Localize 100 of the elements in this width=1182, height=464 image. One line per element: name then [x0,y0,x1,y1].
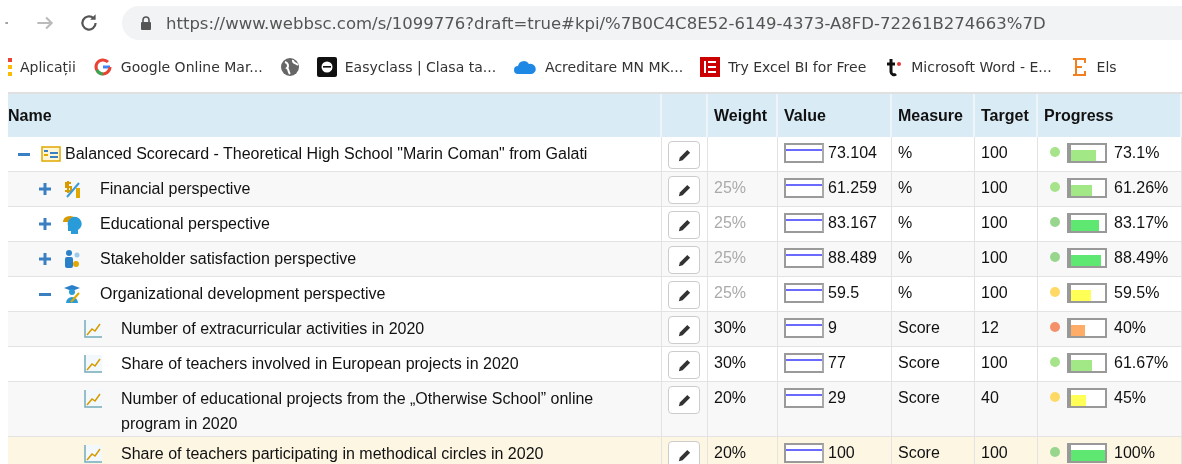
edit-button[interactable] [668,441,700,464]
column-header: Weight [714,106,768,125]
edit-button[interactable] [668,211,700,239]
lock-icon [140,16,152,30]
column-header: Name [8,106,52,125]
progress-bar [1067,143,1107,163]
value-gauge [784,443,824,463]
column-header: Progress [1044,106,1114,125]
measure-unit: Score [898,444,940,462]
progress-percent: 59.5% [1114,284,1160,302]
bookmark-link[interactable]: Easyclass | Clasa ta... [344,59,497,75]
progress-bar [1067,443,1107,463]
kpi-value: 77 [828,354,846,372]
globe-icon[interactable] [279,57,300,77]
measure-unit: % [898,249,913,267]
kpi-name: Organizational development perspective [100,284,386,304]
edit-button[interactable] [668,351,700,379]
g-logo-icon[interactable] [92,57,113,77]
kpi-value: 83.167 [828,214,877,232]
measure-unit: % [898,179,913,197]
weight-value: 25% [714,284,747,302]
edit-button[interactable] [668,316,700,344]
expand-icon[interactable] [39,182,51,195]
address-bar[interactable]: https://www.webbsc.com/s/1099776?draft=true#kpi/%7B0C4C8E52-6149-4373-A8FD-72261B274663%7D [122,6,1182,40]
kpi-name: Number of educational projects from the „Otherwise School” online program in 2020 [121,389,595,434]
progress-bar [1067,388,1107,408]
graduate-icon [62,284,82,304]
apps-grid-icon[interactable] [8,57,12,77]
table-row[interactable]: Educational perspective 25% 83.167 % 100 83.17% [8,207,1182,242]
reload-icon[interactable] [78,12,100,34]
value-gauge [784,283,824,303]
measure-unit: Score [898,319,940,337]
bookmark-link[interactable]: Acreditare MN MK... [545,59,684,75]
bookmark-link[interactable]: Microsoft Word - E... [911,59,1052,75]
progress-bar [1067,283,1107,303]
value-gauge [784,143,824,163]
value-gauge [784,388,824,408]
cloud-icon[interactable] [513,59,538,75]
edit-button[interactable] [668,176,700,204]
head-profile-icon [62,214,82,234]
progress-percent: 45% [1114,389,1147,407]
edit-button[interactable] [668,386,700,414]
measure-unit: Score [898,354,940,372]
kpi-name: Educational perspective [100,214,270,234]
table-row[interactable]: Balanced Scorecard - Theoretical High School "Marin Coman" from Galati 73.104 % 100 73.1% [8,137,1182,172]
line-chart-icon [83,444,103,464]
table-row[interactable]: Share of teachers participating in methodical circles in 2020 20% 100 Score 100 100% [8,437,1182,464]
value-gauge [784,353,824,373]
progress-percent: 88.49% [1114,249,1169,267]
scorecard-icon [41,144,61,164]
kpi-value: 9 [828,319,837,337]
progress-percent: 61.26% [1114,179,1169,197]
weight-value: 25% [714,214,747,232]
weight-value: 30% [714,319,747,337]
progress-bar [1067,248,1107,268]
kpi-name: Share of teachers participating in methodical circles in 2020 [121,444,544,464]
bookmark-link[interactable]: Els [1096,59,1117,75]
bookmark-link[interactable]: Google Online Mar... [120,59,263,75]
value-gauge [784,318,824,338]
progress-bar [1067,353,1107,373]
line-chart-icon [83,389,103,409]
table-row[interactable]: Number of extracurricular activities in 2020 30% 9 Score 12 40% [8,312,1182,347]
pencil-icon [676,182,692,198]
table-row[interactable]: Stakeholder satisfaction perspective 25% 88.489 % 100 88.49% [8,242,1182,277]
kpi-name: Balanced Scorecard - Theoretical High School "Marin Coman" from Galati [65,144,588,164]
bookmark-link[interactable]: Try Excel BI for Free [728,59,867,75]
pencil-icon [676,252,692,268]
table-row[interactable]: Share of teachers involved in European projects in 2020 30% 77 Score 100 61.67% [8,347,1182,382]
kpi-name: Stakeholder satisfaction perspective [100,249,357,269]
edit-button[interactable] [668,246,700,274]
weight-value: 25% [714,179,747,197]
table-row[interactable]: Number of educational projects from the „Otherwise School” online program in 2020 20% 29 Score 40 45% [8,382,1182,437]
expand-icon[interactable] [39,217,51,230]
target-value: 100 [981,444,1008,462]
money-chart-icon [62,179,82,199]
target-value: 100 [981,354,1008,372]
expand-icon[interactable] [39,252,51,265]
table-row[interactable]: Financial perspective 25% 61.259 % 100 61.26% [8,172,1182,207]
measure-unit: % [898,214,913,232]
kpi-name: Share of teachers involved in European projects in 2020 [121,354,519,374]
pencil-icon [676,287,692,303]
pencil-icon [676,217,692,233]
column-header: Value [784,106,826,125]
kpi-name: Number of extracurricular activities in 2020 [121,319,425,339]
measure-unit: Score [898,389,940,407]
edit-button[interactable] [668,141,700,169]
value-gauge [784,248,824,268]
target-value: 100 [981,284,1008,302]
weight-value: 20% [714,389,747,407]
kpi-value: 61.259 [828,179,877,197]
progress-bar [1067,318,1107,338]
pencil-icon [676,392,692,408]
column-header: Target [981,106,1029,125]
table-row[interactable]: Organizational development perspective 25% 59.5 % 100 59.5% [8,277,1182,312]
progress-bar [1067,178,1107,198]
edit-button[interactable] [668,281,700,309]
progress-percent: 100% [1114,444,1155,462]
bookmark-link[interactable]: Aplicații [20,59,76,75]
kpi-value: 88.489 [828,249,877,267]
line-chart-icon [83,319,103,339]
